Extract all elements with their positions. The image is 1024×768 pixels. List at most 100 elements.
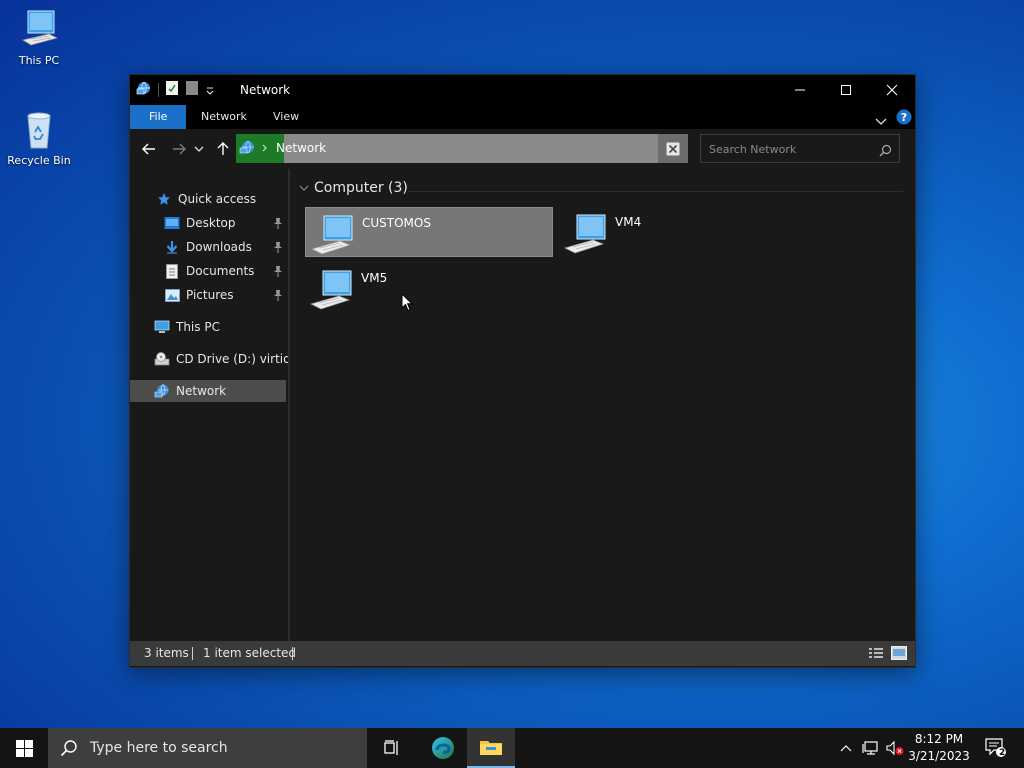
desktop-icon-label: Recycle Bin bbox=[7, 154, 71, 167]
volume-button[interactable] bbox=[884, 728, 906, 768]
status-item-count: 3 items bbox=[144, 646, 189, 660]
nav-item-label: Quick access bbox=[178, 192, 257, 206]
back-button[interactable] bbox=[138, 139, 160, 159]
tab-view[interactable]: View bbox=[259, 105, 313, 129]
nav-item-quick-access[interactable]: Quick access bbox=[156, 188, 256, 210]
download-arrow-icon bbox=[164, 239, 180, 255]
tab-network[interactable]: Network bbox=[187, 105, 261, 129]
show-hidden-icons-button[interactable] bbox=[836, 728, 856, 768]
clear-address-button[interactable] bbox=[658, 134, 688, 163]
nav-item-label: This PC bbox=[176, 320, 220, 334]
volume-muted-icon bbox=[886, 740, 904, 756]
network-item-customos[interactable]: CUSTOMOS bbox=[305, 207, 553, 257]
pin-icon[interactable] bbox=[273, 216, 283, 230]
search-box[interactable] bbox=[700, 134, 900, 163]
forward-arrow-icon bbox=[173, 143, 186, 155]
status-bar: 3 items 1 item selected bbox=[130, 641, 915, 666]
task-view-icon bbox=[384, 740, 398, 755]
taskbar-search-box[interactable]: Type here to search bbox=[48, 728, 367, 768]
computer-icon bbox=[310, 214, 356, 256]
nav-item-downloads[interactable]: Downloads bbox=[164, 236, 252, 258]
start-button[interactable] bbox=[0, 728, 48, 768]
item-label: VM5 bbox=[361, 271, 388, 285]
minimize-button[interactable] bbox=[777, 75, 823, 105]
up-arrow-icon bbox=[217, 142, 229, 155]
nav-item-network[interactable]: Network bbox=[130, 380, 286, 402]
title-bar[interactable]: Network bbox=[130, 75, 915, 105]
action-center-button[interactable]: 2 bbox=[978, 728, 1014, 768]
ribbon-tabs: File Network View ? bbox=[130, 105, 915, 129]
computer-icon bbox=[154, 319, 170, 335]
mouse-cursor-icon bbox=[401, 292, 414, 316]
task-view-button[interactable] bbox=[368, 728, 416, 768]
minimize-icon bbox=[795, 89, 805, 91]
window-title: Network bbox=[240, 83, 291, 97]
taskbar: Type here to search 8:12 PM 3/21/2023 2 bbox=[0, 728, 1024, 768]
nav-item-label: Pictures bbox=[186, 288, 234, 302]
desktop-icon-this-pc[interactable]: This PC bbox=[1, 8, 77, 67]
network-status-icon bbox=[862, 741, 878, 755]
maximize-button[interactable] bbox=[823, 75, 869, 105]
pin-icon[interactable] bbox=[273, 240, 283, 254]
search-icon bbox=[60, 740, 77, 757]
clear-icon bbox=[666, 142, 680, 155]
desktop-folder-icon bbox=[164, 215, 180, 231]
toolbar-separator bbox=[158, 83, 159, 97]
chevron-down-icon bbox=[194, 146, 204, 152]
taskbar-clock[interactable]: 8:12 PM 3/21/2023 bbox=[906, 731, 972, 765]
pin-icon[interactable] bbox=[273, 264, 283, 278]
properties-icon[interactable] bbox=[165, 80, 179, 100]
details-view-icon[interactable] bbox=[869, 647, 883, 662]
close-button[interactable] bbox=[869, 75, 915, 105]
pin-icon[interactable] bbox=[273, 288, 283, 302]
nav-item-cd-drive[interactable]: CD Drive (D:) virtio-w bbox=[154, 348, 288, 370]
folder-icon bbox=[480, 741, 502, 755]
nav-item-label: Network bbox=[176, 384, 227, 398]
nav-item-this-pc[interactable]: This PC bbox=[154, 316, 220, 338]
item-label: CUSTOMOS bbox=[362, 216, 431, 230]
large-icons-view-icon[interactable] bbox=[891, 646, 907, 663]
up-button[interactable] bbox=[212, 139, 234, 159]
nav-item-pictures[interactable]: Pictures bbox=[164, 284, 234, 306]
close-icon bbox=[886, 84, 898, 96]
address-bar[interactable]: Network bbox=[236, 134, 688, 163]
network-item-vm5[interactable]: VM5 bbox=[305, 263, 553, 313]
recycle-bin-icon bbox=[19, 108, 59, 150]
chevron-down-icon bbox=[299, 185, 309, 191]
customize-toolbar-chevron-icon[interactable] bbox=[205, 81, 215, 100]
clock-time: 8:12 PM bbox=[914, 732, 964, 746]
forward-button[interactable] bbox=[168, 139, 190, 159]
chevron-up-icon bbox=[840, 745, 852, 752]
nav-item-label: Desktop bbox=[186, 216, 236, 230]
tab-file[interactable]: File bbox=[130, 105, 187, 129]
computer-icon bbox=[563, 213, 609, 255]
nav-item-label: Downloads bbox=[186, 240, 252, 254]
search-input[interactable] bbox=[707, 140, 871, 158]
back-arrow-icon bbox=[142, 143, 155, 155]
desktop-icon-recycle-bin[interactable]: Recycle Bin bbox=[1, 108, 77, 167]
recent-locations-button[interactable] bbox=[192, 139, 206, 159]
computer-icon bbox=[19, 8, 59, 50]
documents-icon bbox=[164, 263, 180, 279]
help-icon[interactable]: ? bbox=[896, 109, 912, 129]
status-selection: 1 item selected bbox=[203, 646, 297, 660]
nav-item-label: CD Drive (D:) virtio-w bbox=[176, 352, 288, 366]
network-status-button[interactable] bbox=[860, 728, 882, 768]
star-icon bbox=[156, 191, 172, 207]
edge-browser-button[interactable] bbox=[419, 728, 467, 768]
search-icon[interactable] bbox=[879, 142, 892, 161]
file-explorer-window: Network File Network View ? Network Sear… bbox=[129, 74, 916, 668]
network-item-vm4[interactable]: VM4 bbox=[559, 207, 807, 257]
network-icon bbox=[136, 80, 152, 100]
notification-count-badge: 2 bbox=[999, 748, 1006, 758]
pictures-icon bbox=[164, 287, 180, 303]
file-explorer-taskbar-button[interactable] bbox=[467, 728, 515, 768]
group-header-computer[interactable]: Computer (3) bbox=[298, 180, 408, 196]
navigation-pane: Quick access Desktop Downloads Documents bbox=[130, 169, 290, 641]
maximize-icon bbox=[841, 85, 851, 95]
new-folder-icon[interactable] bbox=[185, 80, 199, 100]
item-label: VM4 bbox=[615, 215, 642, 229]
nav-item-documents[interactable]: Documents bbox=[164, 260, 254, 282]
nav-item-desktop[interactable]: Desktop bbox=[164, 212, 236, 234]
network-icon bbox=[154, 383, 170, 399]
